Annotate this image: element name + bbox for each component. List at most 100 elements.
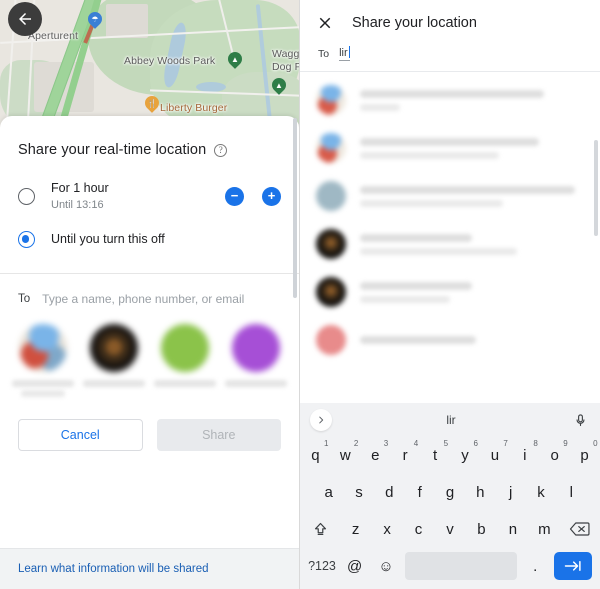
contact-chip[interactable] — [81, 323, 146, 397]
increase-duration-button[interactable]: + — [262, 186, 281, 206]
space-key[interactable] — [404, 552, 517, 580]
map-label-abbey-woods-park: Abbey Woods Park — [124, 55, 216, 67]
key-d[interactable]: d — [377, 477, 402, 507]
key-k[interactable]: k — [528, 477, 553, 507]
contact-chip[interactable] — [224, 323, 289, 397]
key-label: e — [371, 446, 380, 464]
back-button[interactable] — [8, 2, 42, 36]
avatar — [316, 181, 346, 211]
avatar — [316, 325, 346, 355]
key-f[interactable]: f — [407, 477, 432, 507]
key-b[interactable]: b — [468, 514, 494, 544]
minus-icon: − — [230, 188, 239, 204]
contact-name-redacted — [154, 379, 217, 387]
contact-chip[interactable] — [153, 323, 218, 397]
list-item[interactable] — [300, 316, 600, 364]
map-pin-aperturent[interactable]: ☂ — [88, 12, 102, 30]
map-canvas[interactable]: ☂ ▲ ▲ 🍴 Aperturent Abbey Woods Park Wagg… — [0, 0, 299, 125]
enter-arrow-icon — [565, 560, 582, 572]
recipient-search-input[interactable]: lir — [339, 46, 351, 61]
enter-key[interactable] — [553, 552, 593, 580]
expand-toolbar-button[interactable] — [310, 409, 332, 431]
emoji-key[interactable]: ☺ — [373, 551, 398, 581]
contact-name-redacted — [360, 233, 472, 242]
key-h[interactable]: h — [468, 477, 493, 507]
list-item[interactable] — [300, 220, 600, 268]
key-q[interactable]: 1q — [303, 439, 328, 470]
backspace-icon — [570, 522, 590, 536]
list-item[interactable] — [300, 172, 600, 220]
learn-more-link[interactable]: Learn what information will be shared — [18, 563, 281, 575]
avatar — [316, 229, 346, 259]
key-s[interactable]: s — [346, 477, 371, 507]
key-number: 7 — [503, 439, 508, 448]
decrease-duration-button[interactable]: − — [225, 186, 244, 206]
share-button[interactable]: Share — [156, 418, 281, 451]
period-key[interactable]: . — [523, 551, 548, 581]
key-m[interactable]: m — [531, 514, 557, 544]
list-item[interactable] — [300, 268, 600, 316]
map-pin-waggin-dog-park[interactable]: ▲ — [272, 78, 286, 96]
key-o[interactable]: 9o — [542, 439, 568, 470]
key-label: o — [550, 446, 559, 464]
avatar — [18, 323, 67, 372]
key-i[interactable]: 8i — [512, 439, 538, 470]
voice-input-button[interactable] — [570, 410, 590, 430]
key-a[interactable]: a — [316, 477, 341, 507]
sheet-footer: Learn what information will be shared — [0, 548, 299, 589]
key-t[interactable]: 5t — [423, 439, 449, 470]
key-number: 5 — [443, 439, 449, 448]
close-icon[interactable] — [316, 14, 334, 32]
key-g[interactable]: g — [437, 477, 462, 507]
radio-until-you-turn-this-off[interactable] — [18, 231, 35, 249]
contact-detail-redacted — [20, 389, 65, 397]
key-c[interactable]: c — [405, 514, 431, 544]
option-sublabel: Until 13:16 — [51, 198, 104, 211]
key-z[interactable]: z — [342, 514, 368, 544]
list-item[interactable] — [300, 124, 600, 172]
text-caret — [348, 46, 351, 58]
keyboard-row-1: 1q 2w 3e 4r 5t 6y 7u 8i 9o 0p — [300, 437, 600, 470]
option-until-you-turn-this-off[interactable]: Until you turn this off — [0, 219, 299, 261]
key-p[interactable]: 0p — [572, 439, 597, 470]
map-pin-abbey-woods-park[interactable]: ▲ — [228, 52, 242, 70]
option-label: For 1 hour — [51, 181, 109, 195]
contact-name-redacted — [225, 379, 288, 387]
option-label: Until you turn this off — [51, 232, 165, 247]
radio-for-1-hour[interactable] — [18, 187, 35, 205]
cancel-button[interactable]: Cancel — [18, 418, 143, 451]
key-number: 4 — [413, 439, 419, 448]
key-r[interactable]: 4r — [393, 439, 419, 470]
backspace-key[interactable] — [563, 514, 597, 544]
shift-key[interactable] — [303, 514, 337, 544]
key-l[interactable]: l — [559, 477, 584, 507]
key-e[interactable]: 3e — [363, 439, 388, 470]
left-pane-scrollbar[interactable] — [293, 118, 297, 298]
map-pin-liberty-burger[interactable]: 🍴 — [145, 96, 159, 114]
contact-chip[interactable] — [10, 323, 75, 397]
shift-arrow-up-icon — [314, 522, 326, 535]
recipient-input[interactable] — [42, 291, 281, 306]
symbols-key[interactable]: ?123 — [308, 551, 336, 581]
key-v[interactable]: v — [437, 514, 463, 544]
share-panel-recipient-row[interactable]: To lir — [300, 32, 600, 72]
contact-list-scrollbar[interactable] — [594, 140, 598, 236]
keyboard-row-3: z x c v b n m — [300, 514, 600, 544]
share-panel-header: Share your location — [300, 0, 600, 32]
at-key[interactable]: @ — [342, 551, 367, 581]
key-number: 6 — [473, 439, 478, 448]
key-y[interactable]: 6y — [453, 439, 478, 470]
key-x[interactable]: x — [374, 514, 400, 544]
option-for-1-hour[interactable]: For 1 hour Until 13:16 − + — [0, 174, 299, 219]
contact-text — [360, 233, 584, 255]
avatar — [232, 323, 281, 372]
list-item[interactable] — [300, 76, 600, 124]
key-u[interactable]: 7u — [482, 439, 508, 470]
key-j[interactable]: j — [498, 477, 523, 507]
suggestion-word[interactable]: lir — [332, 413, 570, 427]
key-n[interactable]: n — [500, 514, 526, 544]
recipient-row: To — [0, 274, 299, 306]
sheet-title: Share your real-time location — [18, 142, 207, 158]
key-w[interactable]: 2w — [333, 439, 358, 470]
help-icon[interactable]: ? — [214, 143, 228, 157]
